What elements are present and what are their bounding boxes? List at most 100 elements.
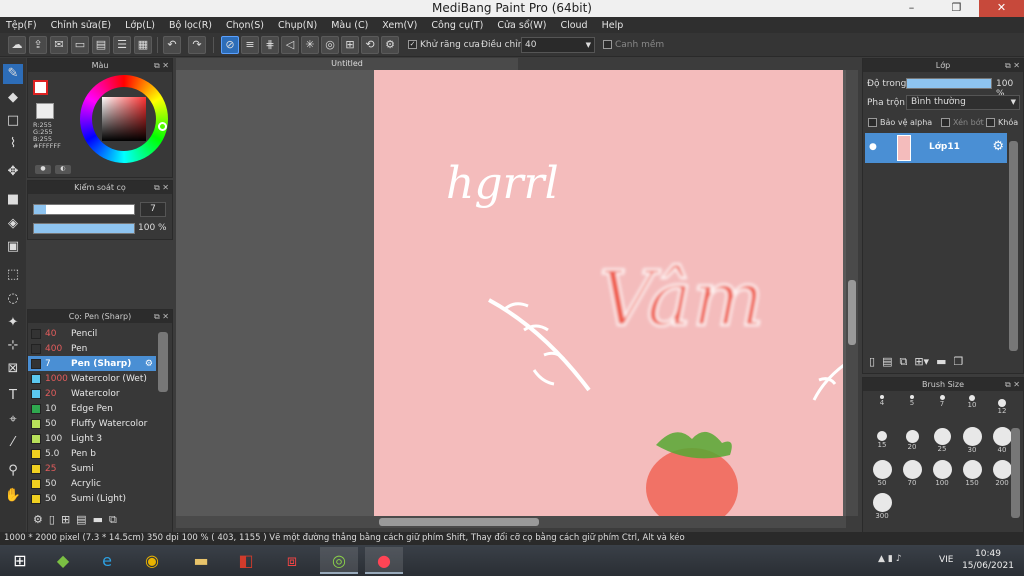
magic-wand-tool-icon[interactable]: ✦	[3, 313, 23, 333]
redo-icon[interactable]: ↷	[188, 36, 206, 54]
protect-alpha-checkbox[interactable]: Bảo vệ alpha	[868, 118, 932, 127]
blend-mode-dropdown[interactable]: Bình thường ▼	[906, 95, 1020, 110]
internet-explorer-icon[interactable]: e	[88, 547, 126, 574]
brush-item-light-3[interactable]: 100 Light 3	[28, 431, 156, 446]
size-cell[interactable]: 15	[867, 426, 897, 459]
perspective-snap-icon[interactable]: ◁	[281, 36, 299, 54]
menu-capture[interactable]: Chụp(N)	[278, 20, 317, 31]
close-button[interactable]: ✕	[979, 0, 1024, 17]
blur-tool-icon[interactable]: ⌇	[3, 134, 23, 154]
share-icon[interactable]: ⇪	[29, 36, 47, 54]
menu-color[interactable]: Màu (C)	[331, 20, 368, 31]
brush-item-watercolor[interactable]: 20 Watercolor	[28, 386, 156, 401]
menu-filter[interactable]: Bộ lọc(R)	[169, 20, 212, 31]
brush-item-watercolor-wet[interactable]: 1000 Watercolor (Wet)	[28, 371, 156, 386]
start-button-icon[interactable]: ⊞	[0, 547, 40, 574]
menu-select[interactable]: Chọn(S)	[226, 20, 264, 31]
menu-cloud[interactable]: Cloud	[560, 20, 587, 31]
eye-icon[interactable]: ●	[869, 142, 877, 152]
operation-tool-icon[interactable]: ⌖	[3, 410, 23, 430]
maximize-button[interactable]: ❐	[934, 0, 979, 17]
select-eraser-tool-icon[interactable]: ⊠	[3, 359, 23, 379]
size-cell[interactable]: 5	[897, 393, 927, 426]
size-cell[interactable]: 150	[957, 459, 987, 492]
settings-icon[interactable]: ⚙	[381, 36, 399, 54]
select-rect-tool-icon[interactable]: ⬚	[3, 265, 23, 285]
saturation-square[interactable]	[102, 97, 146, 141]
brush-item-sumi-light[interactable]: 50 Sumi (Light)	[28, 491, 156, 506]
brush-list-scrollbar[interactable]	[158, 332, 168, 392]
bluestacks-icon[interactable]: ◆	[44, 547, 82, 574]
parallel-snap-icon[interactable]: ≡	[241, 36, 259, 54]
color-mode-button-2[interactable]: ◐	[55, 165, 71, 174]
size-cell[interactable]: 70	[897, 459, 927, 492]
brush-item-pen[interactable]: 400 Pen	[28, 341, 156, 356]
eyedropper-tool-icon[interactable]: ⚲	[3, 461, 23, 481]
new-halftone-layer-icon[interactable]: ▤	[882, 355, 892, 372]
brush-item-pencil[interactable]: 40 Pencil	[28, 326, 156, 341]
brush-item-edge-pen[interactable]: 10 Edge Pen	[28, 401, 156, 416]
color-mode-button[interactable]: ●	[35, 165, 51, 174]
new-layer-icon[interactable]: ▯	[869, 355, 875, 372]
brush-item-fluffy-watercolor[interactable]: 50 Fluffy Watercolor	[28, 416, 156, 431]
brush-item-sumi[interactable]: 25 Sumi	[28, 461, 156, 476]
list-icon[interactable]: ☰	[113, 36, 131, 54]
office-app-icon[interactable]: ◧	[227, 547, 265, 574]
canvas-tab[interactable]: Untitled	[176, 58, 518, 70]
lock-checkbox[interactable]: Khóa	[986, 118, 1018, 127]
layer-scrollbar[interactable]	[1009, 141, 1018, 351]
undo-icon[interactable]: ↶	[163, 36, 181, 54]
brush-settings-icon[interactable]: ⚙	[33, 513, 43, 531]
clipping-checkbox[interactable]: Xén bớt	[941, 118, 984, 127]
minimize-button[interactable]: –	[889, 0, 934, 17]
size-cell[interactable]: 30	[957, 426, 987, 459]
snap-off-icon[interactable]: ⊘	[221, 36, 239, 54]
size-cell[interactable]: 20	[897, 426, 927, 459]
size-cell[interactable]: 50	[867, 459, 897, 492]
grid-snap-icon[interactable]: ⋕	[261, 36, 279, 54]
divide-tool-icon[interactable]: ⁄	[3, 433, 23, 453]
panel-close-icon[interactable]: ⧉ ✕	[154, 181, 169, 194]
chat-icon[interactable]: ▭	[71, 36, 89, 54]
rectangle-tool-icon[interactable]: □	[3, 111, 23, 131]
medibang-taskbar-icon[interactable]: ●	[365, 547, 403, 574]
brush-tool-icon[interactable]: ✎	[3, 64, 23, 84]
curve-snap-icon[interactable]: ⊞	[341, 36, 359, 54]
brush-item-acrylic[interactable]: 50 Acrylic	[28, 476, 156, 491]
chrome-icon[interactable]: ◉	[133, 547, 171, 574]
brush-item-pen-sharp[interactable]: 7 Pen (Sharp) ⚙	[28, 356, 156, 371]
canvas-vertical-scrollbar[interactable]	[846, 70, 858, 516]
size-cell[interactable]: 12	[987, 393, 1017, 426]
eraser-tool-icon[interactable]: ◆	[3, 88, 23, 108]
canvas-horizontal-scrollbar[interactable]	[176, 516, 846, 528]
panel-close-icon[interactable]: ⧉ ✕	[154, 59, 169, 72]
size-cell[interactable]: 10	[957, 393, 987, 426]
panel-close-icon[interactable]: ⧉ ✕	[1005, 59, 1020, 72]
folder-icon[interactable]: ▬	[936, 355, 946, 372]
add-brush-icon[interactable]: ⊞	[61, 513, 70, 531]
add-layer-menu-icon[interactable]: ⊞▾	[914, 355, 929, 372]
menu-view[interactable]: Xem(V)	[382, 20, 417, 31]
circle-snap-icon[interactable]: ◎	[321, 36, 339, 54]
text-tool-icon[interactable]: T	[3, 386, 23, 406]
duplicate-icon[interactable]: ❐	[953, 355, 963, 372]
layer-row[interactable]: ● Lớp11 ⚙	[865, 133, 1007, 163]
antialias-checkbox[interactable]: ✓ Khử răng cưa	[408, 40, 480, 50]
size-cell[interactable]: 300	[867, 492, 897, 525]
menu-edit[interactable]: Chỉnh sửa(E)	[51, 20, 112, 31]
hue-ring[interactable]	[80, 75, 168, 163]
hand-tool-icon[interactable]: ✋	[3, 486, 23, 506]
size-cell[interactable]: 4	[867, 393, 897, 426]
bucket-tool-icon[interactable]: ◈	[3, 214, 23, 234]
soft-edge-checkbox[interactable]: Canh mềm	[603, 40, 664, 50]
panel-close-icon[interactable]: ⧉ ✕	[154, 310, 169, 323]
file-explorer-icon[interactable]: ▬	[182, 547, 220, 574]
hue-handle[interactable]	[158, 122, 167, 131]
duplicate-icon[interactable]: ⧉	[109, 513, 117, 531]
brush-item-pen-b[interactable]: 5.0 Pen b	[28, 446, 156, 461]
size-cell[interactable]: 25	[927, 426, 957, 459]
copy-brush-icon[interactable]: ▤	[76, 513, 86, 531]
clock[interactable]: 10:49 15/06/2021	[960, 548, 1016, 572]
ellipse-snap-icon[interactable]: ⟲	[361, 36, 379, 54]
app-green-icon[interactable]: ◎	[320, 547, 358, 574]
